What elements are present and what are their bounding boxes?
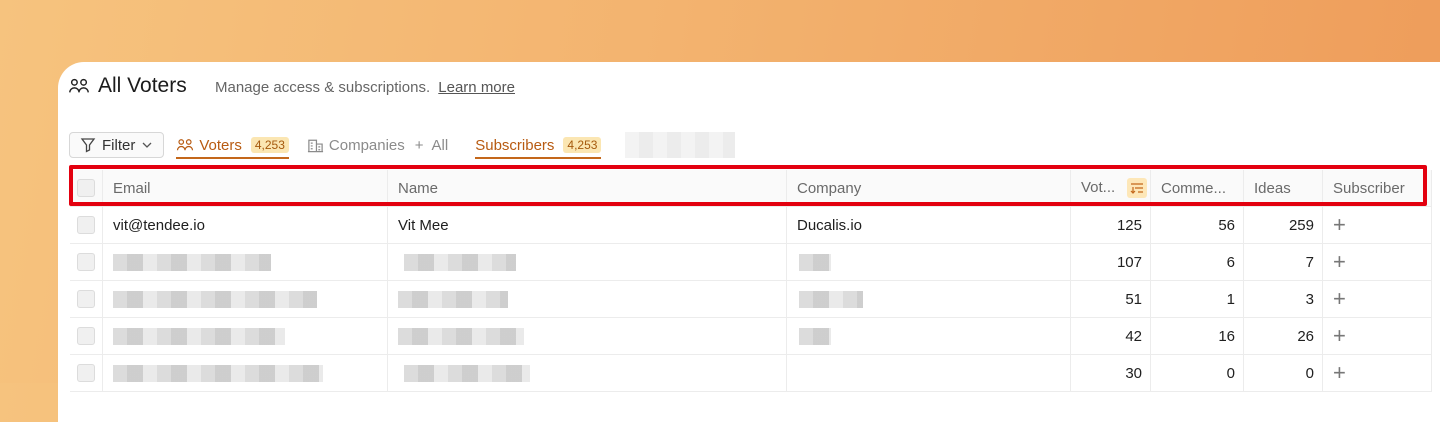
voters-icon [69, 78, 89, 93]
filter-label: Filter [102, 136, 136, 154]
company-cell[interactable] [786, 354, 1071, 392]
email-cell[interactable]: vit@tendee.io [102, 206, 388, 244]
table-row[interactable]: 107 6 7 + [70, 243, 1432, 281]
subtitle-text: Manage access & subscriptions. [215, 79, 431, 96]
email-cell[interactable] [102, 317, 388, 355]
email-cell[interactable] [102, 354, 388, 392]
column-votes-label: Vot... [1081, 178, 1116, 196]
select-all-checkbox[interactable] [77, 179, 95, 197]
comments-cell: 0 [1150, 354, 1244, 392]
votes-cell: 42 [1070, 317, 1151, 355]
votes-cell: 51 [1070, 280, 1151, 318]
ideas-cell: 3 [1243, 280, 1323, 318]
company-cell[interactable] [786, 280, 1071, 318]
page-title: All Voters [98, 74, 187, 97]
tab-voters-label: Voters [199, 136, 242, 154]
add-subscriber-button[interactable]: + [1322, 206, 1432, 244]
voters-panel: All Voters Manage access & subscriptions… [58, 62, 1440, 422]
votes-cell: 107 [1070, 243, 1151, 281]
row-checkbox[interactable] [77, 364, 95, 382]
name-cell[interactable] [387, 280, 787, 318]
redacted-email [113, 290, 317, 308]
filter-icon [80, 138, 96, 153]
row-select-cell [70, 354, 103, 392]
name-cell[interactable] [387, 243, 787, 281]
ideas-cell: 7 [1243, 243, 1323, 281]
votes-cell: 125 [1070, 206, 1151, 244]
learn-more-link[interactable]: Learn more [438, 79, 515, 96]
row-select-cell [70, 280, 103, 318]
company-cell[interactable] [786, 317, 1071, 355]
column-ideas[interactable]: Ideas [1243, 170, 1323, 207]
row-checkbox[interactable] [77, 290, 95, 308]
redacted-email [113, 364, 323, 382]
email-cell[interactable] [102, 243, 388, 281]
redacted-name [398, 327, 524, 345]
table-row[interactable]: 30 0 0 + [70, 354, 1432, 392]
column-name[interactable]: Name [387, 170, 787, 207]
table-row[interactable]: 42 16 26 + [70, 317, 1432, 355]
comments-cell: 16 [1150, 317, 1244, 355]
column-company[interactable]: Company [786, 170, 1071, 207]
table-header-row: Email Name Company Vot... Comme... Ideas… [70, 170, 1432, 207]
row-checkbox[interactable] [77, 216, 95, 234]
company-cell[interactable] [786, 243, 1071, 281]
redacted-email [113, 253, 271, 271]
ideas-cell: 0 [1243, 354, 1323, 392]
table-row[interactable]: vit@tendee.io Vit Mee Ducalis.io 125 56 … [70, 206, 1432, 244]
add-view-button[interactable]: + [415, 137, 424, 154]
email-cell[interactable] [102, 280, 388, 318]
row-checkbox[interactable] [77, 327, 95, 345]
view-toolbar: Filter Voters 4,253 Companies + All Subs… [69, 132, 736, 159]
redacted-name [404, 253, 516, 271]
voters-icon [177, 139, 194, 151]
redacted-email [113, 327, 285, 345]
page-subtitle: Manage access & subscriptions. Learn mor… [215, 79, 515, 96]
tab-companies-label: Companies [328, 136, 405, 154]
table-row[interactable]: 51 1 3 + [70, 280, 1432, 318]
ideas-cell: 259 [1243, 206, 1323, 244]
name-cell[interactable] [387, 354, 787, 392]
chevron-down-icon [142, 142, 152, 148]
row-checkbox[interactable] [77, 253, 95, 271]
add-subscriber-button[interactable]: + [1322, 317, 1432, 355]
company-cell[interactable]: Ducalis.io [786, 206, 1071, 244]
name-cell[interactable]: Vit Mee [387, 206, 787, 244]
comments-cell: 56 [1150, 206, 1244, 244]
tab-subscribers-label: Subscribers [475, 136, 555, 154]
tab-voters[interactable]: Voters 4,253 [176, 132, 289, 159]
votes-cell: 30 [1070, 354, 1151, 392]
voters-table: Email Name Company Vot... Comme... Ideas… [70, 170, 1432, 392]
filter-button[interactable]: Filter [69, 132, 165, 158]
column-votes[interactable]: Vot... [1070, 170, 1151, 207]
redacted-company [799, 253, 831, 271]
subscribers-count-badge: 4,253 [563, 137, 602, 153]
column-comments[interactable]: Comme... [1150, 170, 1244, 207]
comments-cell: 1 [1150, 280, 1244, 318]
redacted-company [799, 290, 863, 308]
add-subscriber-button[interactable]: + [1322, 354, 1432, 392]
add-subscriber-button[interactable]: + [1322, 243, 1432, 281]
building-icon [307, 139, 323, 153]
page-header: All Voters [68, 74, 187, 98]
hidden-tab[interactable] [625, 132, 736, 158]
column-email[interactable]: Email [102, 170, 388, 207]
voters-count-badge: 4,253 [250, 137, 289, 153]
add-subscriber-button[interactable]: + [1322, 280, 1432, 318]
row-select-cell [70, 317, 103, 355]
row-select-cell [70, 243, 103, 281]
name-cell[interactable] [387, 317, 787, 355]
ideas-cell: 26 [1243, 317, 1323, 355]
sort-icon[interactable] [1127, 178, 1148, 198]
comments-cell: 6 [1150, 243, 1244, 281]
redacted-company [799, 327, 831, 345]
redacted-name [398, 290, 508, 308]
tab-companies[interactable]: Companies [307, 132, 405, 158]
redacted-name [404, 364, 530, 382]
row-select-cell [70, 206, 103, 244]
column-subscriber[interactable]: Subscriber [1322, 170, 1432, 207]
tab-subscribers[interactable]: Subscribers 4,253 [475, 132, 602, 159]
select-all-cell [70, 170, 103, 207]
tab-all[interactable]: All [432, 137, 449, 154]
